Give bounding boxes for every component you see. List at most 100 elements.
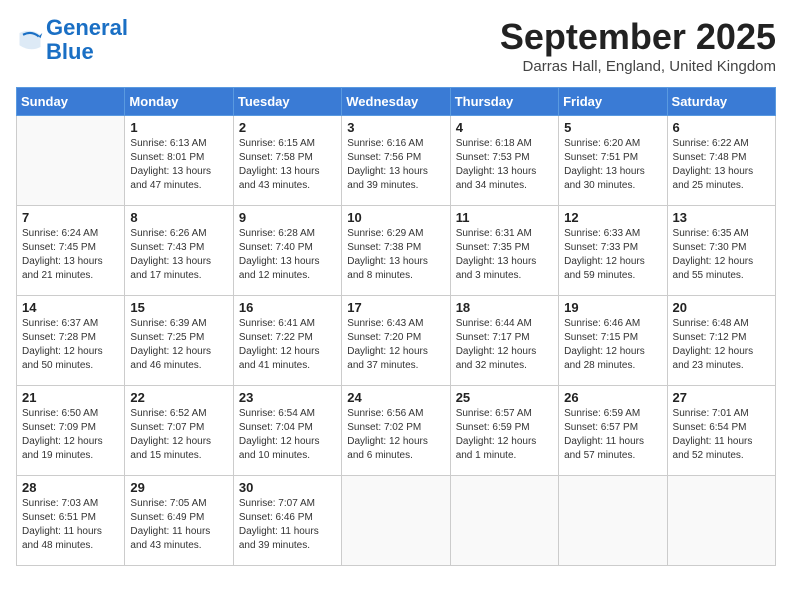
day-cell: 20 Sunrise: 6:48 AM Sunset: 7:12 PM Dayli… [667, 296, 775, 386]
day-info: Sunrise: 6:50 AM Sunset: 7:09 PM Dayligh… [22, 407, 119, 463]
day-info: Sunrise: 6:48 AM Sunset: 7:12 PM Dayligh… [673, 317, 770, 373]
day-info: Sunrise: 7:01 AM Sunset: 6:54 PM Dayligh… [673, 407, 770, 463]
day-cell: 23Sunrise: 6:54 AM Sunset: 7:04 PM Dayli… [233, 386, 341, 476]
day-number: 22 [130, 390, 227, 405]
day-cell: 18 Sunrise: 6:44 AM Sunset: 7:17 PM Dayli… [450, 296, 558, 386]
day-cell: 29 Sunrise: 7:05 AM Sunset: 6:49 PM Dayli… [125, 476, 233, 566]
day-info: Sunrise: 6:35 AM Sunset: 7:30 PM Dayligh… [673, 227, 770, 283]
day-number: 14 [22, 300, 119, 315]
day-info: Sunrise: 6:39 AM Sunset: 7:25 PM Dayligh… [130, 317, 227, 373]
day-number: 10 [347, 210, 444, 225]
day-number: 28 [22, 480, 119, 495]
day-number: 15 [130, 300, 227, 315]
day-number: 8 [130, 210, 227, 225]
day-cell: 7Sunrise: 6:24 AM Sunset: 7:45 PM Daylig… [17, 206, 125, 296]
header-friday: Friday [559, 88, 667, 116]
header-saturday: Saturday [667, 88, 775, 116]
day-info: Sunrise: 6:33 AM Sunset: 7:33 PM Dayligh… [564, 227, 661, 283]
day-cell: 24 Sunrise: 6:56 AM Sunset: 7:02 PM Dayli… [342, 386, 450, 476]
month-title: September 2025 [500, 16, 776, 58]
day-number: 29 [130, 480, 227, 495]
day-number: 23 [239, 390, 336, 405]
day-cell [342, 476, 450, 566]
day-info: Sunrise: 6:15 AM Sunset: 7:58 PM Dayligh… [239, 137, 336, 193]
day-number: 20 [673, 300, 770, 315]
day-cell: 17 Sunrise: 6:43 AM Sunset: 7:20 PM Dayli… [342, 296, 450, 386]
day-number: 19 [564, 300, 661, 315]
header-tuesday: Tuesday [233, 88, 341, 116]
day-cell: 22 Sunrise: 6:52 AM Sunset: 7:07 PM Dayli… [125, 386, 233, 476]
week-row-2: 14 Sunrise: 6:37 AM Sunset: 7:28 PM Dayli… [17, 296, 776, 386]
day-cell: 16 Sunrise: 6:41 AM Sunset: 7:22 PM Dayli… [233, 296, 341, 386]
location: Darras Hall, England, United Kingdom [500, 58, 776, 75]
logo: General Blue [16, 16, 128, 64]
logo-text: General Blue [46, 16, 128, 64]
day-cell [17, 116, 125, 206]
day-number: 7 [22, 210, 119, 225]
day-cell: 19 Sunrise: 6:46 AM Sunset: 7:15 PM Dayli… [559, 296, 667, 386]
day-info: Sunrise: 6:46 AM Sunset: 7:15 PM Dayligh… [564, 317, 661, 373]
day-number: 21 [22, 390, 119, 405]
day-cell: 13 Sunrise: 6:35 AM Sunset: 7:30 PM Dayli… [667, 206, 775, 296]
day-cell: 1 Sunrise: 6:13 AM Sunset: 8:01 PM Daylig… [125, 116, 233, 206]
day-info: Sunrise: 7:05 AM Sunset: 6:49 PM Dayligh… [130, 497, 227, 553]
day-info: Sunrise: 6:59 AM Sunset: 6:57 PM Dayligh… [564, 407, 661, 463]
week-row-3: 21 Sunrise: 6:50 AM Sunset: 7:09 PM Dayli… [17, 386, 776, 476]
week-row-1: 7Sunrise: 6:24 AM Sunset: 7:45 PM Daylig… [17, 206, 776, 296]
day-info: Sunrise: 7:07 AM Sunset: 6:46 PM Dayligh… [239, 497, 336, 553]
day-info: Sunrise: 6:31 AM Sunset: 7:35 PM Dayligh… [456, 227, 553, 283]
day-info: Sunrise: 7:03 AM Sunset: 6:51 PM Dayligh… [22, 497, 119, 553]
day-cell: 5 Sunrise: 6:20 AM Sunset: 7:51 PM Daylig… [559, 116, 667, 206]
day-cell: 25 Sunrise: 6:57 AM Sunset: 6:59 PM Dayli… [450, 386, 558, 476]
day-cell: 11 Sunrise: 6:31 AM Sunset: 7:35 PM Dayli… [450, 206, 558, 296]
header-wednesday: Wednesday [342, 88, 450, 116]
day-cell: 26Sunrise: 6:59 AM Sunset: 6:57 PM Dayli… [559, 386, 667, 476]
day-cell: 10Sunrise: 6:29 AM Sunset: 7:38 PM Dayli… [342, 206, 450, 296]
day-info: Sunrise: 6:18 AM Sunset: 7:53 PM Dayligh… [456, 137, 553, 193]
day-info: Sunrise: 6:16 AM Sunset: 7:56 PM Dayligh… [347, 137, 444, 193]
day-cell: 6 Sunrise: 6:22 AM Sunset: 7:48 PM Daylig… [667, 116, 775, 206]
day-info: Sunrise: 6:57 AM Sunset: 6:59 PM Dayligh… [456, 407, 553, 463]
day-info: Sunrise: 6:37 AM Sunset: 7:28 PM Dayligh… [22, 317, 119, 373]
day-number: 16 [239, 300, 336, 315]
day-cell: 8Sunrise: 6:26 AM Sunset: 7:43 PM Daylig… [125, 206, 233, 296]
day-number: 27 [673, 390, 770, 405]
header-thursday: Thursday [450, 88, 558, 116]
week-row-0: 1 Sunrise: 6:13 AM Sunset: 8:01 PM Daylig… [17, 116, 776, 206]
day-cell [450, 476, 558, 566]
day-number: 9 [239, 210, 336, 225]
day-number: 5 [564, 120, 661, 135]
day-cell: 15 Sunrise: 6:39 AM Sunset: 7:25 PM Dayli… [125, 296, 233, 386]
day-cell: 9 Sunrise: 6:28 AM Sunset: 7:40 PM Daylig… [233, 206, 341, 296]
day-number: 25 [456, 390, 553, 405]
day-info: Sunrise: 6:43 AM Sunset: 7:20 PM Dayligh… [347, 317, 444, 373]
day-cell: 2 Sunrise: 6:15 AM Sunset: 7:58 PM Daylig… [233, 116, 341, 206]
day-info: Sunrise: 6:52 AM Sunset: 7:07 PM Dayligh… [130, 407, 227, 463]
day-number: 1 [130, 120, 227, 135]
day-number: 13 [673, 210, 770, 225]
day-info: Sunrise: 6:13 AM Sunset: 8:01 PM Dayligh… [130, 137, 227, 193]
day-number: 17 [347, 300, 444, 315]
day-info: Sunrise: 6:41 AM Sunset: 7:22 PM Dayligh… [239, 317, 336, 373]
day-info: Sunrise: 6:20 AM Sunset: 7:51 PM Dayligh… [564, 137, 661, 193]
day-cell: 4Sunrise: 6:18 AM Sunset: 7:53 PM Daylig… [450, 116, 558, 206]
day-cell: 28 Sunrise: 7:03 AM Sunset: 6:51 PM Dayli… [17, 476, 125, 566]
day-number: 3 [347, 120, 444, 135]
title-block: September 2025 Darras Hall, England, Uni… [500, 16, 776, 75]
day-cell: 14 Sunrise: 6:37 AM Sunset: 7:28 PM Dayli… [17, 296, 125, 386]
calendar-header-row: SundayMondayTuesdayWednesdayThursdayFrid… [17, 88, 776, 116]
day-number: 24 [347, 390, 444, 405]
day-number: 6 [673, 120, 770, 135]
day-number: 18 [456, 300, 553, 315]
day-cell [559, 476, 667, 566]
day-cell: 3 Sunrise: 6:16 AM Sunset: 7:56 PM Daylig… [342, 116, 450, 206]
day-info: Sunrise: 6:28 AM Sunset: 7:40 PM Dayligh… [239, 227, 336, 283]
day-cell: 27 Sunrise: 7:01 AM Sunset: 6:54 PM Dayli… [667, 386, 775, 476]
day-info: Sunrise: 6:22 AM Sunset: 7:48 PM Dayligh… [673, 137, 770, 193]
day-info: Sunrise: 6:44 AM Sunset: 7:17 PM Dayligh… [456, 317, 553, 373]
day-info: Sunrise: 6:56 AM Sunset: 7:02 PM Dayligh… [347, 407, 444, 463]
day-number: 2 [239, 120, 336, 135]
day-number: 11 [456, 210, 553, 225]
header-sunday: Sunday [17, 88, 125, 116]
day-cell: 12Sunrise: 6:33 AM Sunset: 7:33 PM Dayli… [559, 206, 667, 296]
